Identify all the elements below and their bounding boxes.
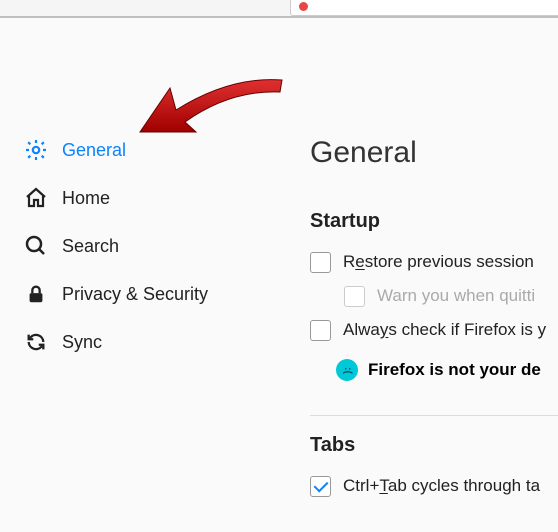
warn-quit-row: Warn you when quitti [344,279,558,313]
sidebar-item-privacy[interactable]: Privacy & Security [24,270,250,318]
always-check-checkbox[interactable] [310,320,331,341]
site-identity-icon [299,2,308,11]
sad-face-icon [336,359,358,381]
search-icon [24,234,48,258]
default-browser-text: Firefox is not your de [368,360,541,380]
sync-icon [24,330,48,354]
warn-quit-checkbox [344,286,365,307]
sidebar-item-label: Sync [62,332,102,353]
sidebar-item-sync[interactable]: Sync [24,318,250,366]
page-title: General [310,136,558,170]
always-check-label: Always check if Firefox is y [343,320,546,340]
sidebar-item-search[interactable]: Search [24,222,250,270]
ctrl-tab-row[interactable]: Ctrl+Tab cycles through ta [310,469,558,503]
default-browser-status: Firefox is not your de [336,359,558,381]
preferences-sidebar: General Home Search [0,18,250,532]
sidebar-item-general[interactable]: General [24,126,250,174]
preferences-content: General Startup Restore previous session… [250,18,558,532]
gear-icon [24,138,48,162]
sidebar-item-label: Search [62,236,119,257]
ctrl-tab-checkbox[interactable] [310,476,331,497]
restore-session-row[interactable]: Restore previous session [310,245,558,279]
home-icon [24,186,48,210]
browser-toolbar [0,0,558,18]
ctrl-tab-label: Ctrl+Tab cycles through ta [343,476,540,496]
restore-session-checkbox[interactable] [310,252,331,273]
warn-quit-label: Warn you when quitti [377,286,535,306]
sidebar-item-label: Home [62,188,110,209]
section-divider [310,415,558,416]
url-bar[interactable] [290,0,558,16]
sidebar-item-label: Privacy & Security [62,284,208,305]
sidebar-item-home[interactable]: Home [24,174,250,222]
lock-icon [24,282,48,306]
sidebar-item-label: General [62,140,126,161]
always-check-row[interactable]: Always check if Firefox is y [310,313,558,347]
tabs-section-title: Tabs [310,434,558,457]
restore-session-label: Restore previous session [343,252,534,272]
startup-section-title: Startup [310,210,558,233]
